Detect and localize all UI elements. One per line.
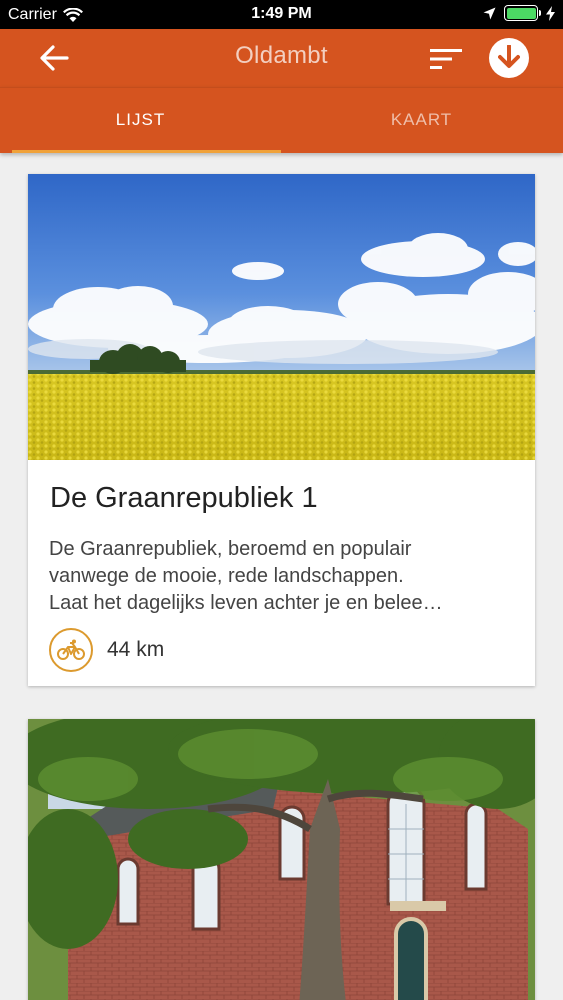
tab-indicator: [12, 150, 281, 153]
download-button[interactable]: [489, 38, 529, 78]
route-card[interactable]: [28, 719, 535, 1000]
route-description-line: vanwege de mooie, rede landschappen.: [49, 565, 404, 587]
sort-icon: [430, 49, 462, 69]
sort-button[interactable]: [426, 42, 466, 76]
page-title: Oldambt: [235, 42, 328, 69]
download-icon: [498, 45, 520, 68]
bicycle-icon: [57, 639, 85, 660]
route-distance: 44 km: [107, 638, 165, 661]
tab-map[interactable]: KAART: [281, 88, 562, 152]
battery-icon: [504, 5, 541, 21]
charging-bolt-icon: [546, 5, 555, 21]
app-bar: Oldambt: [0, 29, 563, 87]
bike-badge: [49, 628, 93, 672]
route-card[interactable]: De Graanrepubliek 1 De Graanrepubliek, b…: [28, 174, 535, 686]
location-arrow-icon: [483, 7, 496, 19]
tab-bar: LIJST KAART: [0, 87, 563, 153]
app-screen: Carrier 1:49 PM Oldambt LIJST KAART De G…: [0, 0, 563, 1000]
status-bar: Carrier 1:49 PM: [0, 0, 563, 29]
rapeseed-field-photo: [28, 174, 535, 460]
route-meta: 44 km: [49, 628, 164, 672]
status-right-group: [483, 5, 555, 21]
route-title: De Graanrepubliek 1: [50, 482, 318, 514]
route-description: De Graanrepubliek, beroemd en populair v…: [49, 536, 519, 617]
route-description-line: Laat het dagelijks leven achter je en be…: [49, 592, 443, 614]
brick-church-with-tree-photo: [28, 719, 535, 1000]
route-description-line: De Graanrepubliek, beroemd en populair: [49, 538, 412, 560]
tab-list[interactable]: LIJST: [0, 88, 281, 152]
status-time: 1:49 PM: [251, 5, 312, 22]
